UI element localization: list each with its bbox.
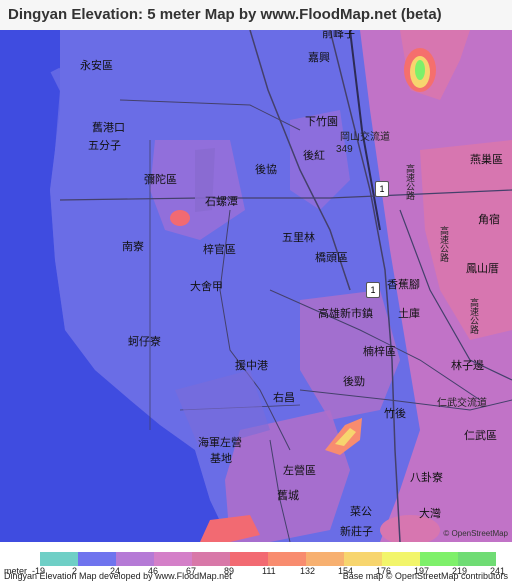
place-label: 五里林: [282, 232, 315, 244]
legend-swatch: [268, 552, 306, 566]
place-label: 石螺潭: [205, 196, 238, 208]
place-label: 蚵仔寮: [128, 336, 161, 348]
place-label: 鳳山厝: [466, 263, 499, 275]
place-label: 大舍甲: [190, 281, 223, 293]
page-title: Dingyan Elevation: 5 meter Map by www.Fl…: [8, 6, 442, 23]
place-label: 舊港口: [92, 122, 125, 134]
footer-osm: Base map © OpenStreetMap contributors: [342, 571, 508, 581]
title-bar: Dingyan Elevation: 5 meter Map by www.Fl…: [0, 0, 512, 30]
legend-swatch: [78, 552, 116, 566]
legend-swatch: [420, 552, 458, 566]
place-label: 林子邊: [451, 360, 484, 372]
legend-swatch: [344, 552, 382, 566]
legend-swatch: [230, 552, 268, 566]
place-label: 大灣: [419, 508, 441, 520]
footer-credit: Dingyan Elevation Map developed by www.F…: [4, 571, 232, 581]
place-label: 援中港: [235, 360, 268, 372]
place-label: 角宿: [478, 214, 500, 226]
map-terrain: [0, 30, 512, 542]
place-label: 嘉興: [308, 52, 330, 64]
place-label: 左營區: [283, 465, 316, 477]
road-label: 高速公路: [439, 226, 449, 262]
place-label: 五分子: [88, 140, 121, 152]
road-label: 349: [336, 144, 353, 155]
legend-swatch: [40, 552, 78, 566]
place-label: 仁武區: [464, 430, 497, 442]
legend-swatch: [116, 552, 154, 566]
place-label: 海軍左營: [198, 437, 242, 449]
place-label: 新莊子: [340, 526, 373, 538]
place-label: 基地: [210, 453, 232, 465]
place-label: 八卦寮: [410, 472, 443, 484]
place-label: 高雄新市鎮: [318, 308, 373, 320]
place-label: 後協: [255, 164, 277, 176]
osm-attribution: © OpenStreetMap: [443, 529, 508, 538]
road-label: 高速公路: [469, 298, 479, 334]
legend-swatch: [154, 552, 192, 566]
legend-swatch: [382, 552, 420, 566]
place-label: 菜公: [350, 506, 372, 518]
place-label: 永安區: [80, 60, 113, 72]
legend-swatch: [306, 552, 344, 566]
place-label: 竹後: [384, 408, 406, 420]
place-label: 後勁: [343, 376, 365, 388]
place-label: 土庫: [398, 308, 420, 320]
highway-shield: 1: [366, 282, 380, 298]
place-label: 楠梓區: [363, 346, 396, 358]
place-label: 南寮: [122, 241, 144, 253]
place-label: 下竹園: [305, 116, 338, 128]
place-label: 前峰子: [322, 30, 355, 40]
road-label: 仁武交流道: [437, 398, 487, 409]
place-label: 香蕉腳: [387, 279, 420, 291]
elevation-map[interactable]: 永安區 舊港口 五分子 彌陀區 石螺潭 南寮 梓官區 大舍甲 蚵仔寮 嘉興 下竹…: [0, 30, 512, 542]
place-label: 橋頭區: [315, 252, 348, 264]
place-label: 燕巢區: [470, 154, 503, 166]
place-label: 右昌: [273, 392, 295, 404]
road-label: 高速公路: [405, 164, 415, 200]
legend-swatch: [458, 552, 496, 566]
road-label: 岡山交流道: [340, 132, 390, 143]
place-label: 彌陀區: [144, 174, 177, 186]
place-label: 舊城: [277, 490, 299, 502]
highway-shield: 1: [375, 181, 389, 197]
legend-tick: 132: [300, 566, 316, 576]
place-label: 後紅: [303, 150, 325, 162]
legend-swatch: [192, 552, 230, 566]
place-label: 梓官區: [203, 244, 236, 256]
legend-tick: 111: [262, 566, 276, 576]
